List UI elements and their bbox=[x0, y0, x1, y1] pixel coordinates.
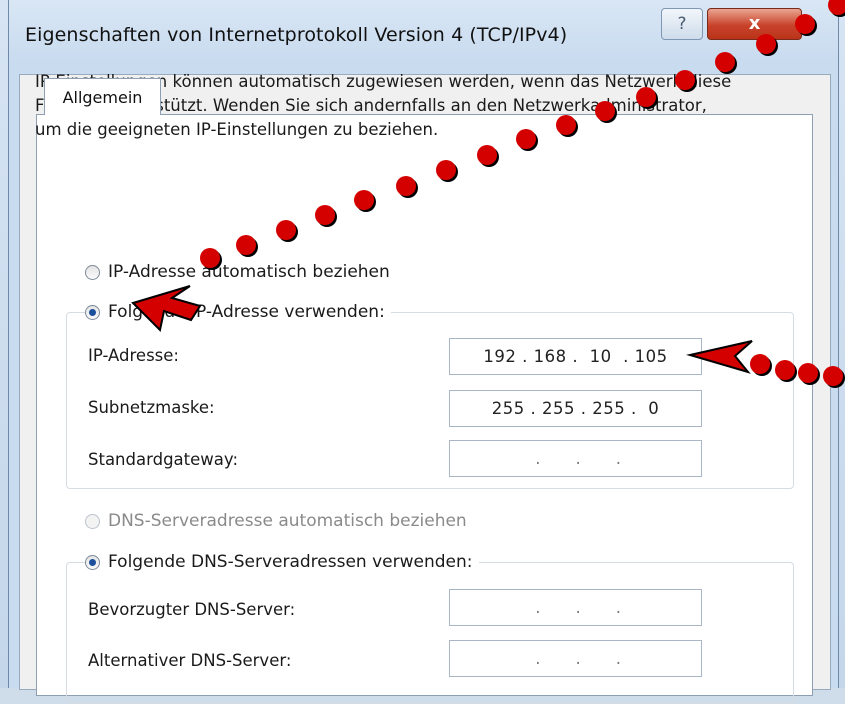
alternate-dns-input[interactable]: . . . bbox=[449, 640, 702, 677]
subnet-mask-input[interactable]: 255 . 255 . 255 . 0 bbox=[449, 390, 702, 427]
ip-manual-label: Folgende IP-Adresse verwenden: bbox=[108, 302, 385, 322]
dns-manual-radio-row[interactable]: Folgende DNS-Serveradressen verwenden: bbox=[85, 552, 479, 572]
ip-manual-radio-row[interactable]: Folgende IP-Adresse verwenden: bbox=[85, 302, 391, 322]
close-button[interactable]: x bbox=[707, 8, 802, 40]
default-gateway-label: Standardgateway: bbox=[88, 450, 238, 469]
title-bar[interactable]: Eigenschaften von Internetprotokoll Vers… bbox=[9, 0, 838, 68]
dns-auto-label: DNS-Serveradresse automatisch beziehen bbox=[108, 511, 467, 531]
dns-settings-group bbox=[66, 562, 794, 704]
preferred-dns-label: Bevorzugter DNS-Server: bbox=[88, 600, 296, 619]
tab-allgemein[interactable]: Allgemein bbox=[44, 78, 161, 115]
ip-manual-radio[interactable] bbox=[85, 304, 100, 320]
help-button[interactable]: ? bbox=[661, 8, 703, 40]
alternate-dns-label: Alternativer DNS-Server: bbox=[88, 651, 292, 670]
ip-auto-radio-row[interactable]: IP-Adresse automatisch beziehen bbox=[85, 262, 390, 282]
ip-address-input[interactable]: 192 . 168 . 10 . 105 bbox=[449, 338, 702, 375]
ip-auto-label: IP-Adresse automatisch beziehen bbox=[108, 262, 390, 282]
ip-auto-radio[interactable] bbox=[85, 264, 100, 280]
window-title: Eigenschaften von Internetprotokoll Vers… bbox=[25, 24, 568, 46]
dns-auto-radio-row[interactable]: DNS-Serveradresse automatisch beziehen bbox=[85, 511, 467, 531]
dns-auto-radio[interactable] bbox=[85, 513, 100, 529]
default-gateway-input[interactable]: . . . bbox=[449, 440, 702, 477]
preferred-dns-input[interactable]: . . . bbox=[449, 589, 702, 626]
dns-manual-label: Folgende DNS-Serveradressen verwenden: bbox=[108, 552, 473, 572]
dns-manual-radio[interactable] bbox=[85, 554, 100, 570]
ip-address-label: IP-Adresse: bbox=[88, 346, 179, 365]
subnet-mask-label: Subnetzmaske: bbox=[88, 398, 215, 417]
